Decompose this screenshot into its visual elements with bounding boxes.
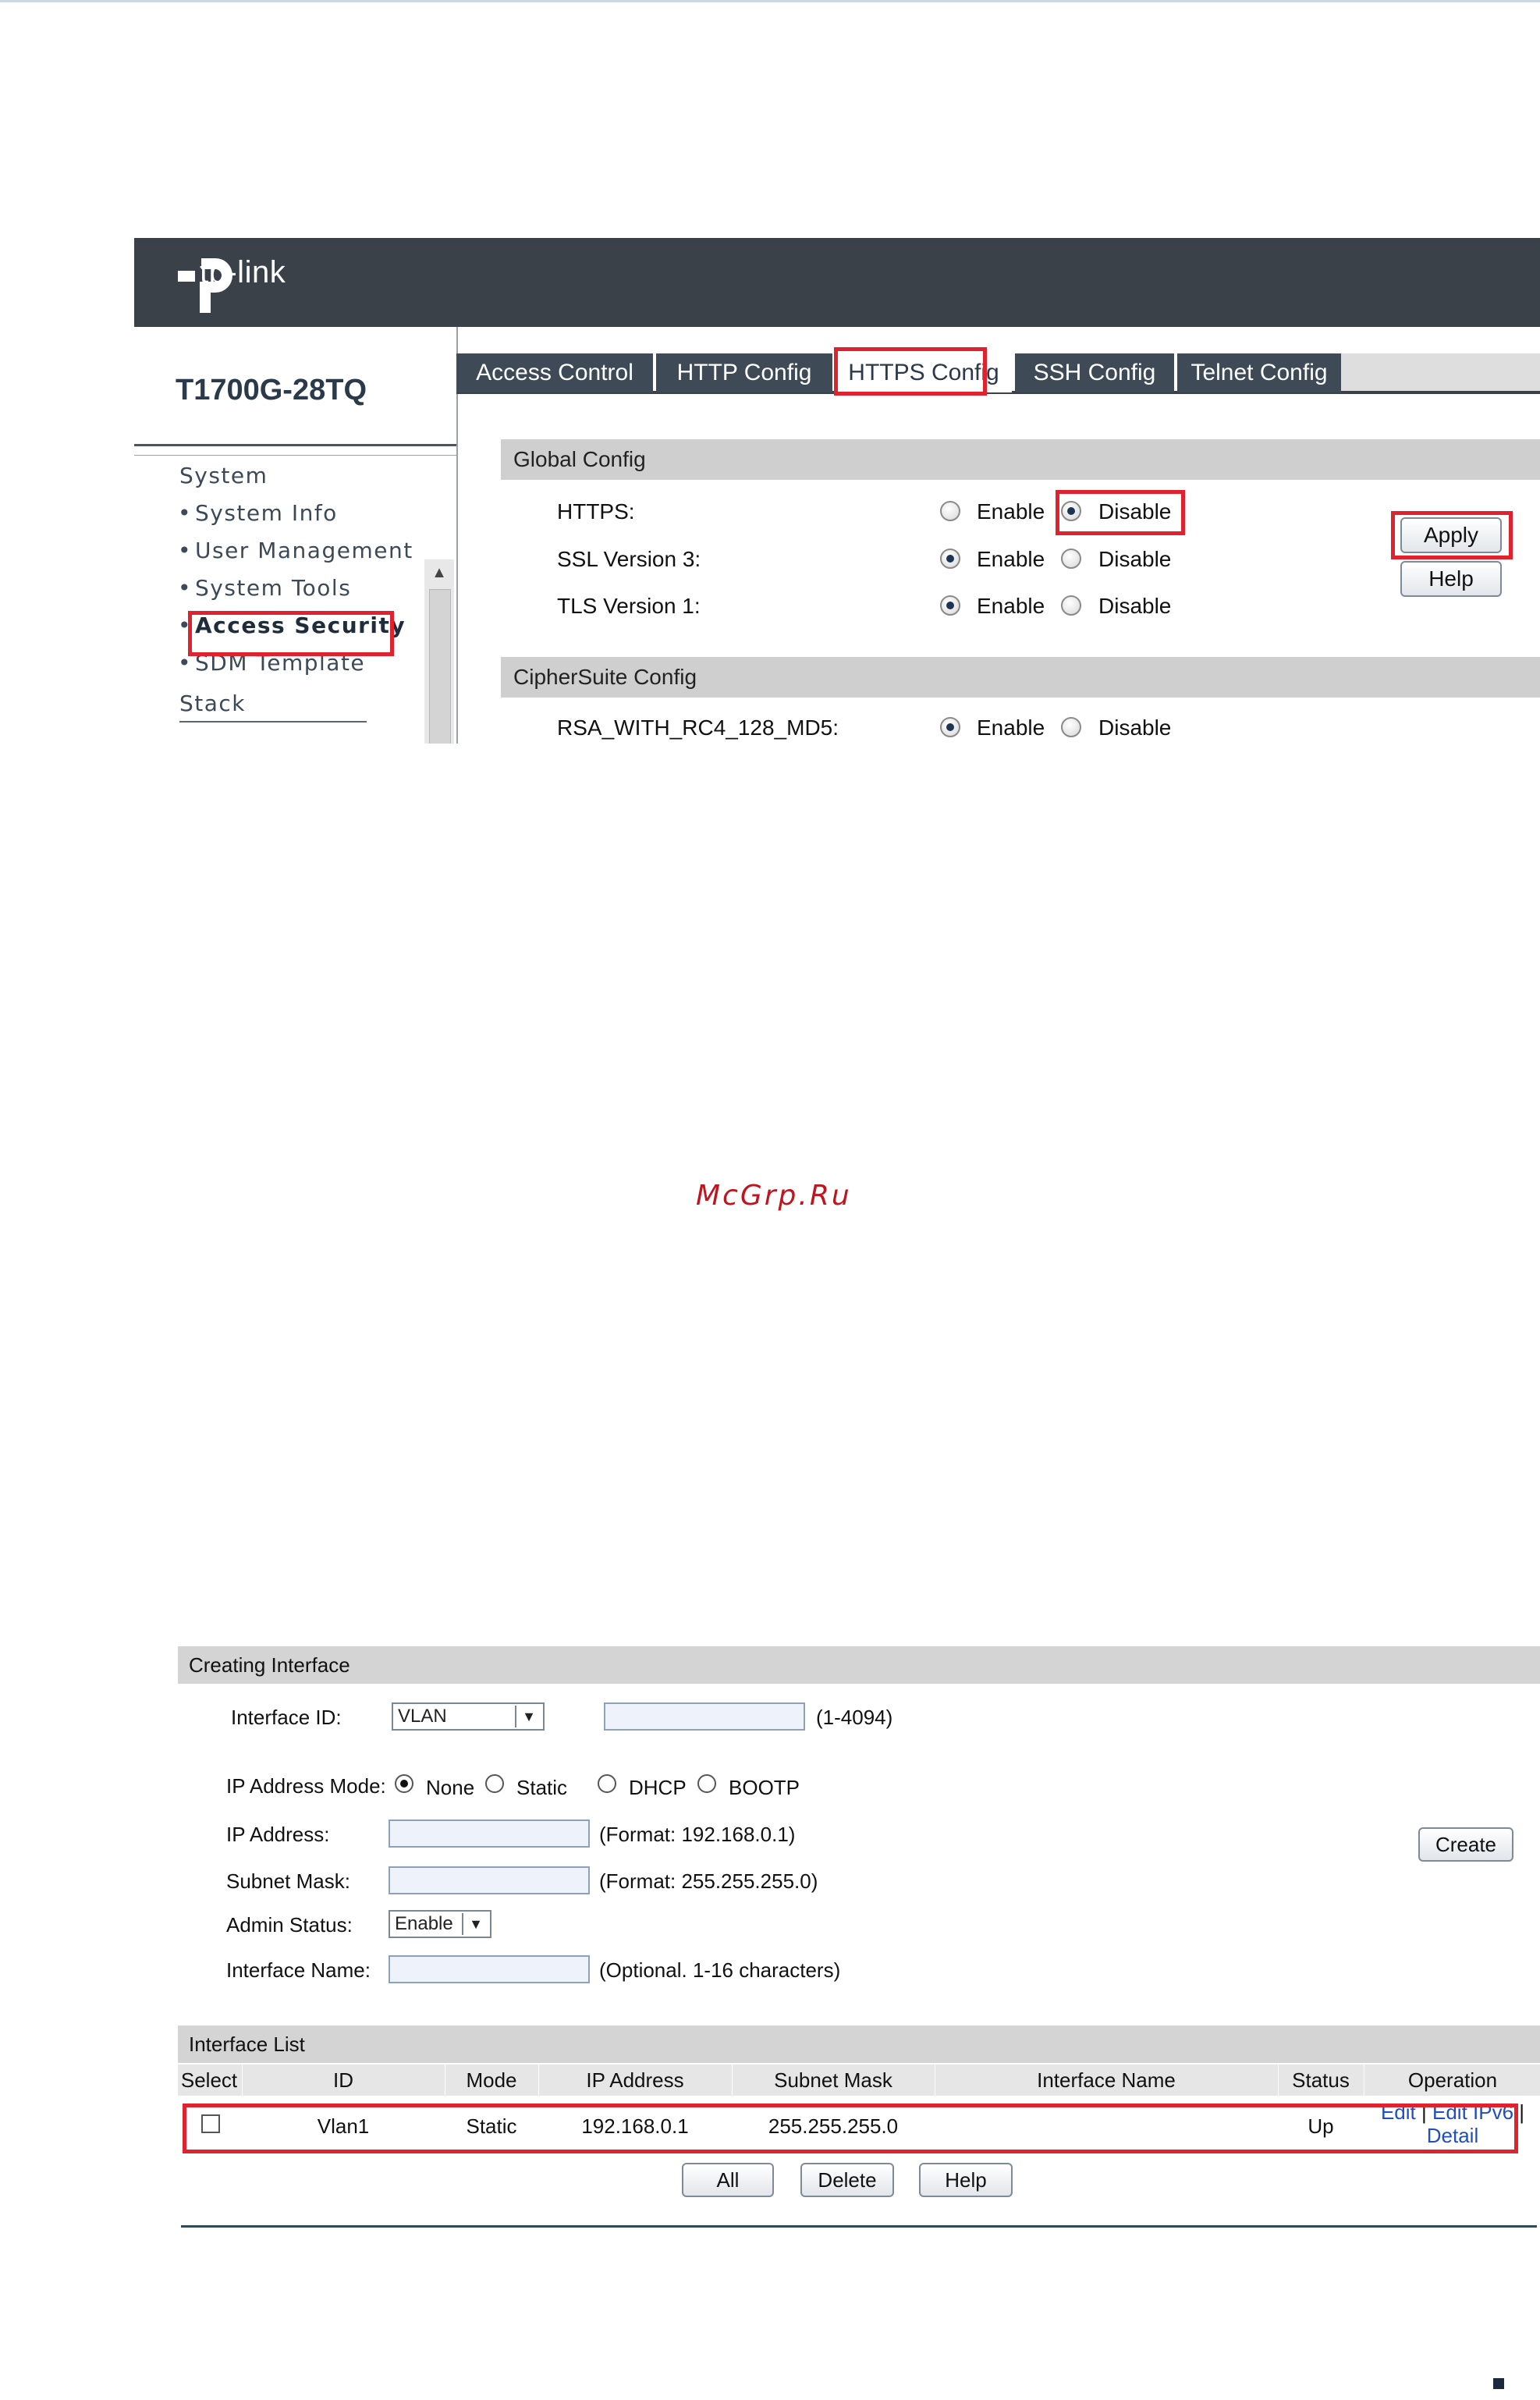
tls1-disable-radio[interactable] [1061,595,1081,616]
sidebar-item-stack[interactable]: Stack [179,691,367,722]
page-marker [1493,2378,1504,2389]
ssl3-label: SSL Version 3: [557,547,701,571]
delete-button[interactable]: Delete [800,2163,894,2197]
tab-ssh-config[interactable]: SSH Config [1015,353,1174,392]
help-button-list[interactable]: Help [919,2163,1013,2197]
ciphersuite-header: CipherSuite Config [501,657,1540,698]
sidebar-item-system[interactable]: System [179,463,268,488]
all-button[interactable]: All [682,2163,774,2197]
ip-mode-dhcp-label: DHCP [629,1776,687,1799]
page-top-rule [0,0,1540,2]
rc4-md5-enable-radio[interactable] [940,717,960,737]
access-security-highlight [188,611,394,656]
creating-interface-header: Creating Interface [178,1646,1540,1684]
ip-address-label: IP Address: [226,1823,330,1846]
col-status: Status [1292,2068,1350,2092]
ip-mode-none-radio[interactable] [395,1774,413,1793]
tls1-disable-label: Disable [1098,594,1172,618]
ip-mode-label: IP Address Mode: [226,1774,386,1798]
col-ip-address: IP Address [586,2068,684,2092]
ssl3-enable-label: Enable [977,547,1045,571]
tab-http-config[interactable]: HTTP Config [656,353,832,392]
https-label: HTTPS: [557,499,635,524]
https-enable-label: Enable [977,499,1045,524]
interface-config-screenshot: Creating Interface Interface ID: VLAN ▼ … [178,1646,1540,2239]
ip-address-format: (Format: 192.168.0.1) [599,1823,796,1846]
sidebar-scrollbar[interactable]: ▲ [424,559,454,744]
subnet-mask-input[interactable] [389,1866,590,1894]
brand-name: tp-link [200,255,286,289]
ssl3-enable-radio[interactable] [940,549,960,569]
ssl3-disable-label: Disable [1098,547,1172,571]
https-tab-highlight [834,347,987,396]
apply-highlight [1391,511,1513,559]
ip-mode-static-radio[interactable] [485,1774,504,1793]
watermark: McGrp.Ru [696,1180,852,1212]
row-highlight [183,2104,1518,2153]
rc4-md5-label: RSA_WITH_RC4_128_MD5: [557,715,839,740]
ip-address-input[interactable] [389,1820,590,1848]
ip-mode-dhcp-radio[interactable] [598,1774,616,1793]
col-select: Select [180,2068,238,2092]
device-model: T1700G-28TQ [176,374,367,407]
ip-mode-static-label: Static [516,1776,568,1799]
subnet-mask-label: Subnet Mask: [226,1869,350,1893]
header-banner: tp-link [134,238,1540,327]
rc4-md5-disable-radio[interactable] [1061,717,1081,737]
admin-status-label: Admin Status: [226,1913,353,1937]
tls1-enable-radio[interactable] [940,595,960,616]
op-separator: | [1519,2100,1525,2124]
interface-id-label: Interface ID: [231,1706,342,1729]
subnet-mask-format: (Format: 255.255.255.0) [599,1869,818,1893]
col-divider [732,2064,733,2096]
interface-list-header: Interface List [178,2025,1540,2063]
tls1-enable-label: Enable [977,594,1045,618]
create-button[interactable]: Create [1418,1827,1513,1862]
admin-status-select[interactable]: Enable ▼ [389,1910,491,1938]
col-divider [1278,2064,1279,2096]
ip-mode-bootp-label: BOOTP [729,1776,800,1799]
interface-type-select[interactable]: VLAN ▼ [392,1702,545,1731]
col-interface-name: Interface Name [1037,2068,1176,2092]
https-enable-radio[interactable] [940,501,960,521]
interface-id-range: (1-4094) [816,1706,893,1729]
interface-id-input[interactable] [604,1702,805,1731]
sidebar-item-system-tools[interactable]: System Tools [178,575,351,601]
tab-telnet-config[interactable]: Telnet Config [1177,353,1341,392]
rc4-md5-enable-label: Enable [977,715,1045,740]
interface-name-hint: (Optional. 1-16 characters) [599,1958,841,1982]
https-config-screenshot: tp-link T1700G-28TQ ▲ System System Info… [134,238,1540,744]
col-operation: Operation [1407,2068,1498,2092]
col-id: ID [333,2068,353,2092]
interface-type-value: VLAN [398,1706,447,1727]
tls1-label: TLS Version 1: [557,594,701,618]
interface-name-label: Interface Name: [226,1958,371,1982]
interface-name-input[interactable] [389,1955,590,1983]
rc4-md5-disable-label: Disable [1098,715,1172,740]
col-divider [242,2064,243,2096]
col-mode: Mode [466,2068,517,2092]
sidebar-item-system-info[interactable]: System Info [178,500,338,526]
chevron-down-icon: ▼ [462,1913,488,1935]
ip-mode-bootp-radio[interactable] [697,1774,716,1793]
sidebar: T1700G-28TQ ▲ [134,327,458,744]
bottom-divider [181,2225,1537,2228]
col-divider [538,2064,539,2096]
col-subnet-mask: Subnet Mask [774,2068,892,2092]
tab-bar: Access Control HTTP Config HTTPS Config … [456,353,1540,394]
tab-access-control[interactable]: Access Control [456,353,653,392]
admin-status-value: Enable [395,1913,453,1934]
sidebar-divider [134,455,456,456]
ssl3-disable-radio[interactable] [1061,549,1081,569]
help-button[interactable]: Help [1400,561,1502,597]
scroll-thumb[interactable] [429,589,451,744]
sidebar-item-user-management[interactable]: User Management [178,538,413,563]
global-config-header: Global Config [501,439,1540,480]
scroll-up-arrow-icon[interactable]: ▲ [424,559,454,586]
chevron-down-icon: ▼ [515,1706,541,1727]
ip-mode-none-label: None [426,1776,475,1799]
model-divider [134,444,456,446]
https-disable-highlight [1056,490,1185,535]
